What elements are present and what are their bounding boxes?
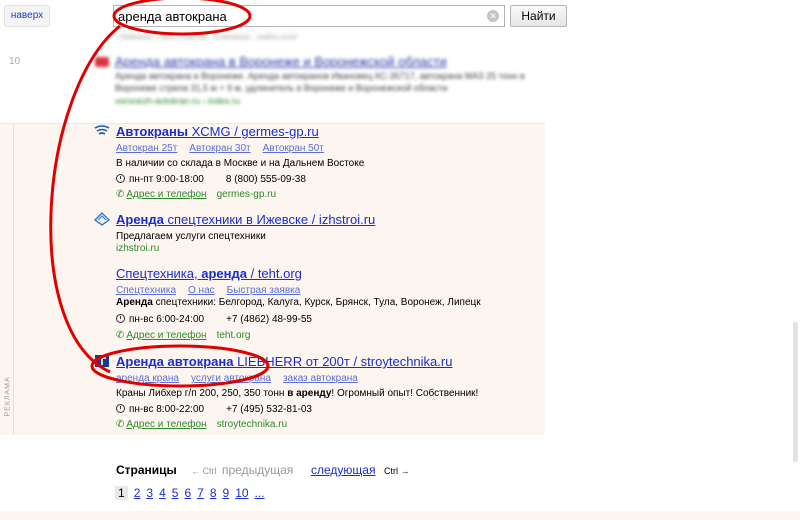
ad-contact: izhstroi.ru [116, 243, 159, 254]
ad-phone: +7 (495) 532-81-03 [226, 404, 312, 415]
phone-icon: ✆ [116, 189, 125, 200]
ad-domain[interactable]: teht.org [217, 330, 251, 341]
ad-izhstroi: Аренда спецтехники в Ижевске / izhstroi.… [94, 212, 534, 257]
sitelink[interactable]: Автокран 25т [116, 143, 177, 154]
phone-icon: ✆ [116, 419, 125, 430]
ad-contact: ✆ Адрес и телефон teht.org [116, 330, 251, 341]
ad-domain[interactable]: stroytechnika.ru [217, 419, 288, 430]
footer-strip [0, 511, 800, 520]
address-phone-link[interactable]: Адрес и телефон [126, 419, 206, 430]
ad-text: Краны Либхер г/п 200, 250, 350 тонн в ар… [116, 388, 479, 399]
page-more-link[interactable]: ... [255, 486, 265, 500]
ad-title[interactable]: Аренда спецтехники в Ижевске / izhstroi.… [116, 212, 375, 227]
pager-prev: предыдущая [222, 463, 294, 477]
search-box[interactable]: ✕ [113, 5, 505, 27]
ad-phone: +7 (4862) 48-99-55 [226, 314, 312, 325]
sitelink[interactable]: О нас [188, 285, 215, 296]
sitelink[interactable]: услуги автокрана [191, 373, 271, 384]
ad-hours: пн-вс 6:00-24:00 +7 (4862) 48-99-55 [116, 314, 312, 325]
ad-contact: ✆ Адрес и телефон germes-gp.ru [116, 189, 276, 200]
clock-icon [116, 404, 125, 413]
page-numbers: 1 2 3 4 5 6 7 8 9 10... [115, 486, 271, 500]
ads-label: РЕКЛАМА [0, 123, 14, 435]
sitelink[interactable]: Автокран 30т [189, 143, 250, 154]
organic-result-snippet: Воронеже стрела 31,5 м + 9 м, удлинитель… [115, 83, 448, 93]
ad-title[interactable]: Аренда автокрана LIEBHERR от 200т / stro… [116, 354, 452, 369]
sitelink[interactable]: аренда крана [116, 373, 179, 384]
page-link[interactable]: 5 [172, 486, 179, 500]
germes-logo-icon [94, 125, 110, 135]
sitelink[interactable]: заказ автокрана [283, 373, 358, 384]
ad-germes: Автокраны XCMG / germes-gp.ru Автокран 2… [94, 124, 534, 204]
ad-teht: Спецтехника, аренда / teht.org Спецтехни… [94, 266, 534, 346]
ad-domain[interactable]: germes-gp.ru [217, 189, 276, 200]
ad-title[interactable]: Автокраны XCMG / germes-gp.ru [116, 124, 319, 139]
phone-icon: ✆ [116, 330, 125, 341]
sitelink[interactable]: Быстрая заявка [227, 285, 301, 296]
favicon-icon [95, 57, 109, 67]
organic-result-url[interactable]: voronezh-avtokran.ru › index.ru [115, 96, 240, 106]
ad-hours: пн-вс 8:00-22:00 +7 (495) 532-81-03 [116, 404, 312, 415]
ad-sitelinks: аренда крана услуги автокрана заказ автокр… [116, 373, 370, 384]
ad-sitelinks: Спецтехника О нас Быстрая заявка [116, 285, 312, 296]
page-link[interactable]: 6 [184, 486, 191, 500]
ad-text: Предлагаем услуги спецтехники [116, 231, 266, 242]
result-number: 10 [9, 56, 21, 67]
back-to-top-button[interactable]: наверх [4, 5, 50, 27]
ads-label-text: РЕКЛАМА [4, 376, 12, 417]
clear-icon[interactable]: ✕ [487, 10, 499, 22]
page-link[interactable]: 9 [223, 486, 230, 500]
ad-hours: пн-пт 9:00-18:00 8 (800) 555-09-38 [116, 174, 306, 185]
page-link[interactable]: 2 [134, 486, 141, 500]
pager-prev-hint: ← Ctrl [191, 466, 217, 476]
page-link[interactable]: 10 [235, 486, 248, 500]
address-phone-link[interactable]: Адрес и телефон [126, 189, 206, 200]
search-hint-blurred: Найдено 2 млн ответов · в регионе · найт… [120, 33, 297, 39]
ad-text: Аренда спецтехники: Белгород, Калуга, Ку… [116, 297, 481, 308]
ad-domain[interactable]: izhstroi.ru [116, 243, 159, 254]
stroytechnika-logo-icon [95, 355, 109, 367]
sitelink[interactable]: Автокран 50т [263, 143, 324, 154]
scrollbar-thumb[interactable] [793, 322, 798, 462]
address-phone-link[interactable]: Адрес и телефон [126, 330, 206, 341]
page-link[interactable]: 3 [146, 486, 153, 500]
ad-text: В наличии со склада в Москве и на Дальне… [116, 158, 365, 169]
page-link[interactable]: 8 [210, 486, 217, 500]
clock-icon [116, 314, 125, 323]
organic-result-title[interactable]: Аренда автокрана в Воронеже и Воронежско… [115, 54, 447, 69]
pager-next-hint: Ctrl → [384, 466, 410, 476]
organic-result-snippet: Аренда автокрана в Воронеже. Аренда авто… [115, 71, 525, 81]
top-bar: наверх ✕ Найти Найдено 2 млн ответов · в… [0, 0, 800, 39]
pager-next-link[interactable]: следующая [311, 463, 375, 477]
ad-phone: 8 (800) 555-09-38 [225, 174, 306, 185]
izhstroi-logo-icon [94, 212, 110, 226]
page-link[interactable]: 4 [159, 486, 166, 500]
sitelink[interactable]: Спецтехника [116, 285, 176, 296]
page-link[interactable]: 7 [197, 486, 204, 500]
pager-label: Страницы [116, 463, 177, 477]
ad-sitelinks: Автокран 25т Автокран 30т Автокран 50т [116, 143, 336, 154]
clock-icon [116, 174, 125, 183]
page-current: 1 [115, 486, 128, 500]
ad-stroytechnika: Аренда автокрана LIEBHERR от 200т / stro… [94, 354, 534, 434]
find-button[interactable]: Найти [510, 5, 567, 27]
search-input[interactable] [118, 8, 478, 25]
ad-title[interactable]: Спецтехника, аренда / teht.org [116, 266, 302, 281]
ad-contact: ✆ Адрес и телефон stroytechnika.ru [116, 419, 287, 430]
